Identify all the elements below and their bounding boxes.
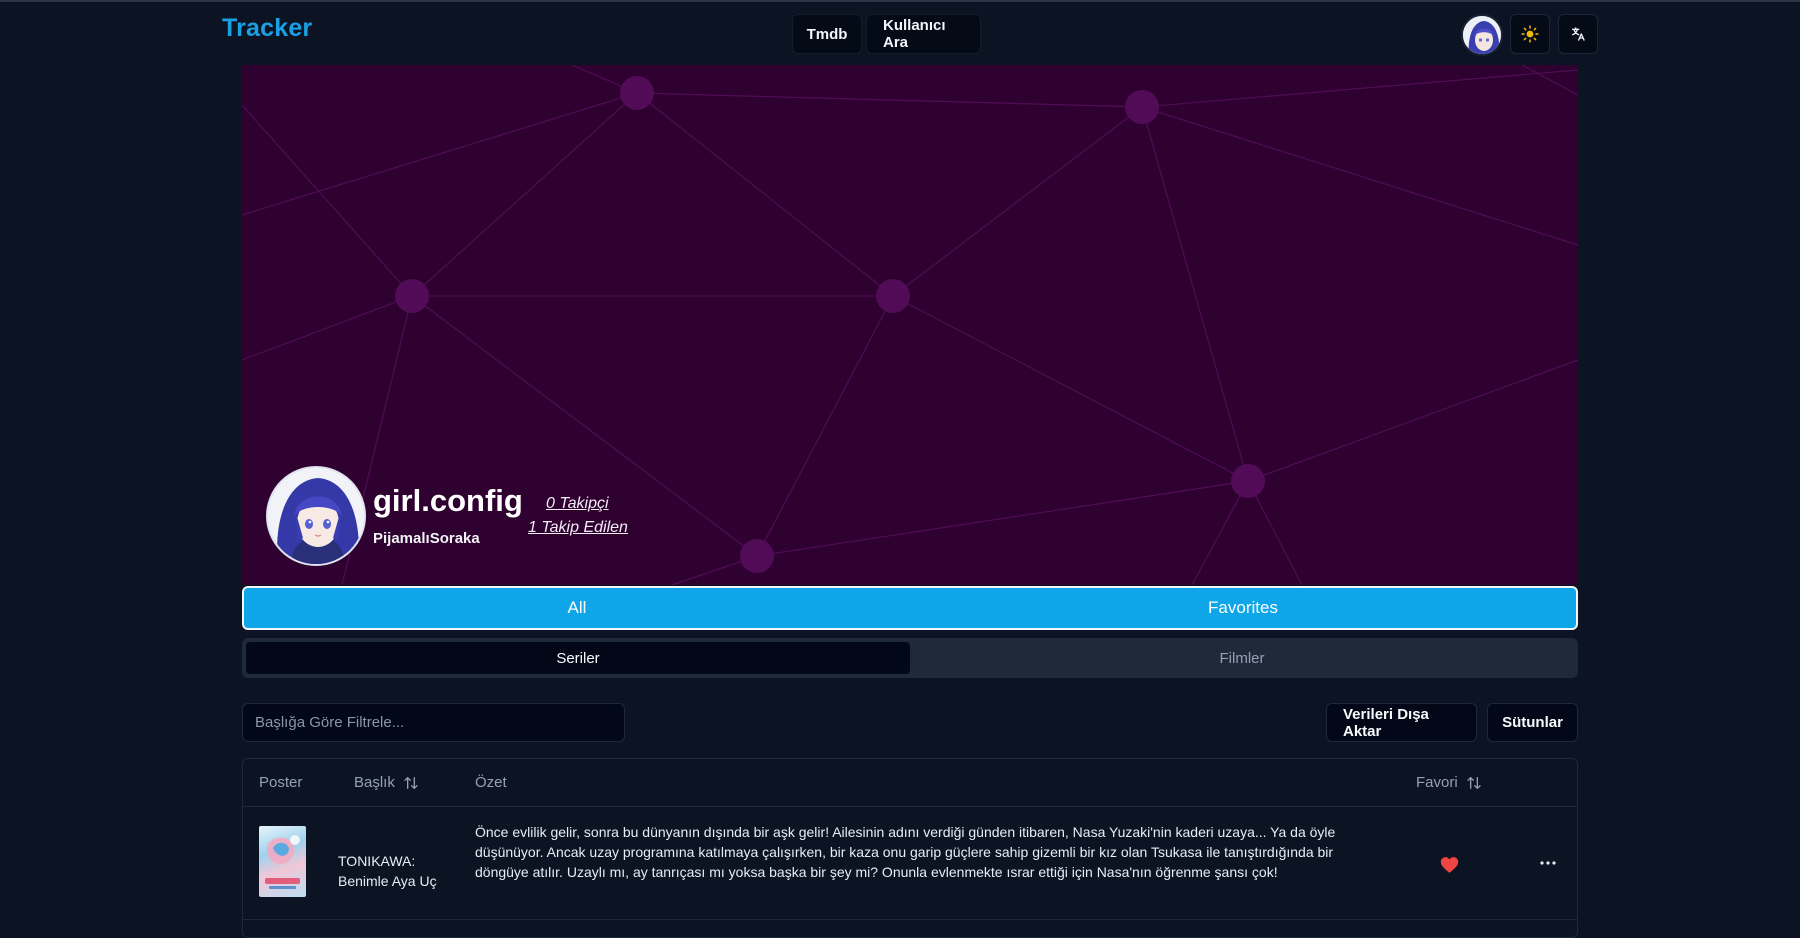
row-actions-button[interactable] [1536, 851, 1560, 875]
profile-avatar-image [268, 468, 364, 564]
media-type-tabs: Seriler Filmler [242, 638, 1578, 678]
sort-arrows-icon[interactable] [1466, 775, 1482, 791]
brand-logo[interactable]: Tracker [222, 14, 312, 43]
poster-image[interactable] [259, 826, 306, 897]
segment-favorites[interactable]: Favorites [910, 588, 1576, 628]
profile-display-name: girl.config [373, 483, 523, 518]
translate-icon [1572, 27, 1585, 41]
tab-movies[interactable]: Filmler [910, 642, 1574, 674]
theme-toggle-button[interactable] [1510, 14, 1550, 54]
avatar-image [1463, 16, 1501, 54]
column-label-favorite: Favori [1416, 774, 1458, 791]
column-label-title: Başlık [354, 774, 395, 791]
segment-all[interactable]: All [244, 588, 910, 628]
column-header-summary: Özet [475, 774, 507, 791]
tmdb-nav-button[interactable]: Tmdb [792, 14, 862, 54]
title-filter-input[interactable] [242, 703, 625, 742]
table-row[interactable]: TONIKAWA: Benimle Aya Uç Önce evlilik ge… [243, 808, 1577, 920]
row-title: TONIKAWA: Benimle Aya Uç [338, 853, 437, 889]
poster-art [265, 835, 300, 889]
columns-button[interactable]: Sütunlar [1487, 703, 1578, 742]
media-table: Poster Başlık Özet Favori TONIKAWA: Beni… [242, 758, 1578, 938]
followers-link[interactable]: 0 Takipçi [546, 495, 609, 513]
profile-username: PijamalıSoraka [373, 530, 480, 547]
column-header-poster: Poster [259, 774, 302, 791]
heart-icon[interactable] [1440, 856, 1459, 874]
following-link[interactable]: 1 Takip Edilen [528, 519, 628, 537]
row-summary: Önce evlilik gelir, sonra bu dünyanın dı… [475, 824, 1336, 880]
tab-series[interactable]: Seriler [246, 642, 910, 674]
profile-banner: girl.config PijamalıSoraka 0 Takipçi 1 T… [242, 65, 1578, 585]
top-border [0, 0, 1800, 2]
table-header: Poster Başlık Özet Favori [243, 759, 1577, 807]
profile-avatar [266, 466, 366, 566]
user-avatar[interactable] [1461, 14, 1503, 56]
sort-arrows-icon[interactable] [403, 775, 419, 791]
column-header-favorite[interactable]: Favori [1416, 774, 1482, 791]
export-data-button[interactable]: Verileri Dışa Aktar [1326, 703, 1477, 742]
user-search-nav-button[interactable]: Kullanıcı Ara [866, 14, 981, 54]
sun-icon [1521, 25, 1539, 43]
column-header-title[interactable]: Başlık [354, 774, 419, 791]
list-scope-toggle: All Favorites [242, 586, 1578, 630]
more-horizontal-icon [1540, 861, 1556, 865]
column-label-poster: Poster [259, 774, 303, 791]
column-label-summary: Özet [475, 774, 507, 791]
language-button[interactable] [1558, 14, 1598, 54]
